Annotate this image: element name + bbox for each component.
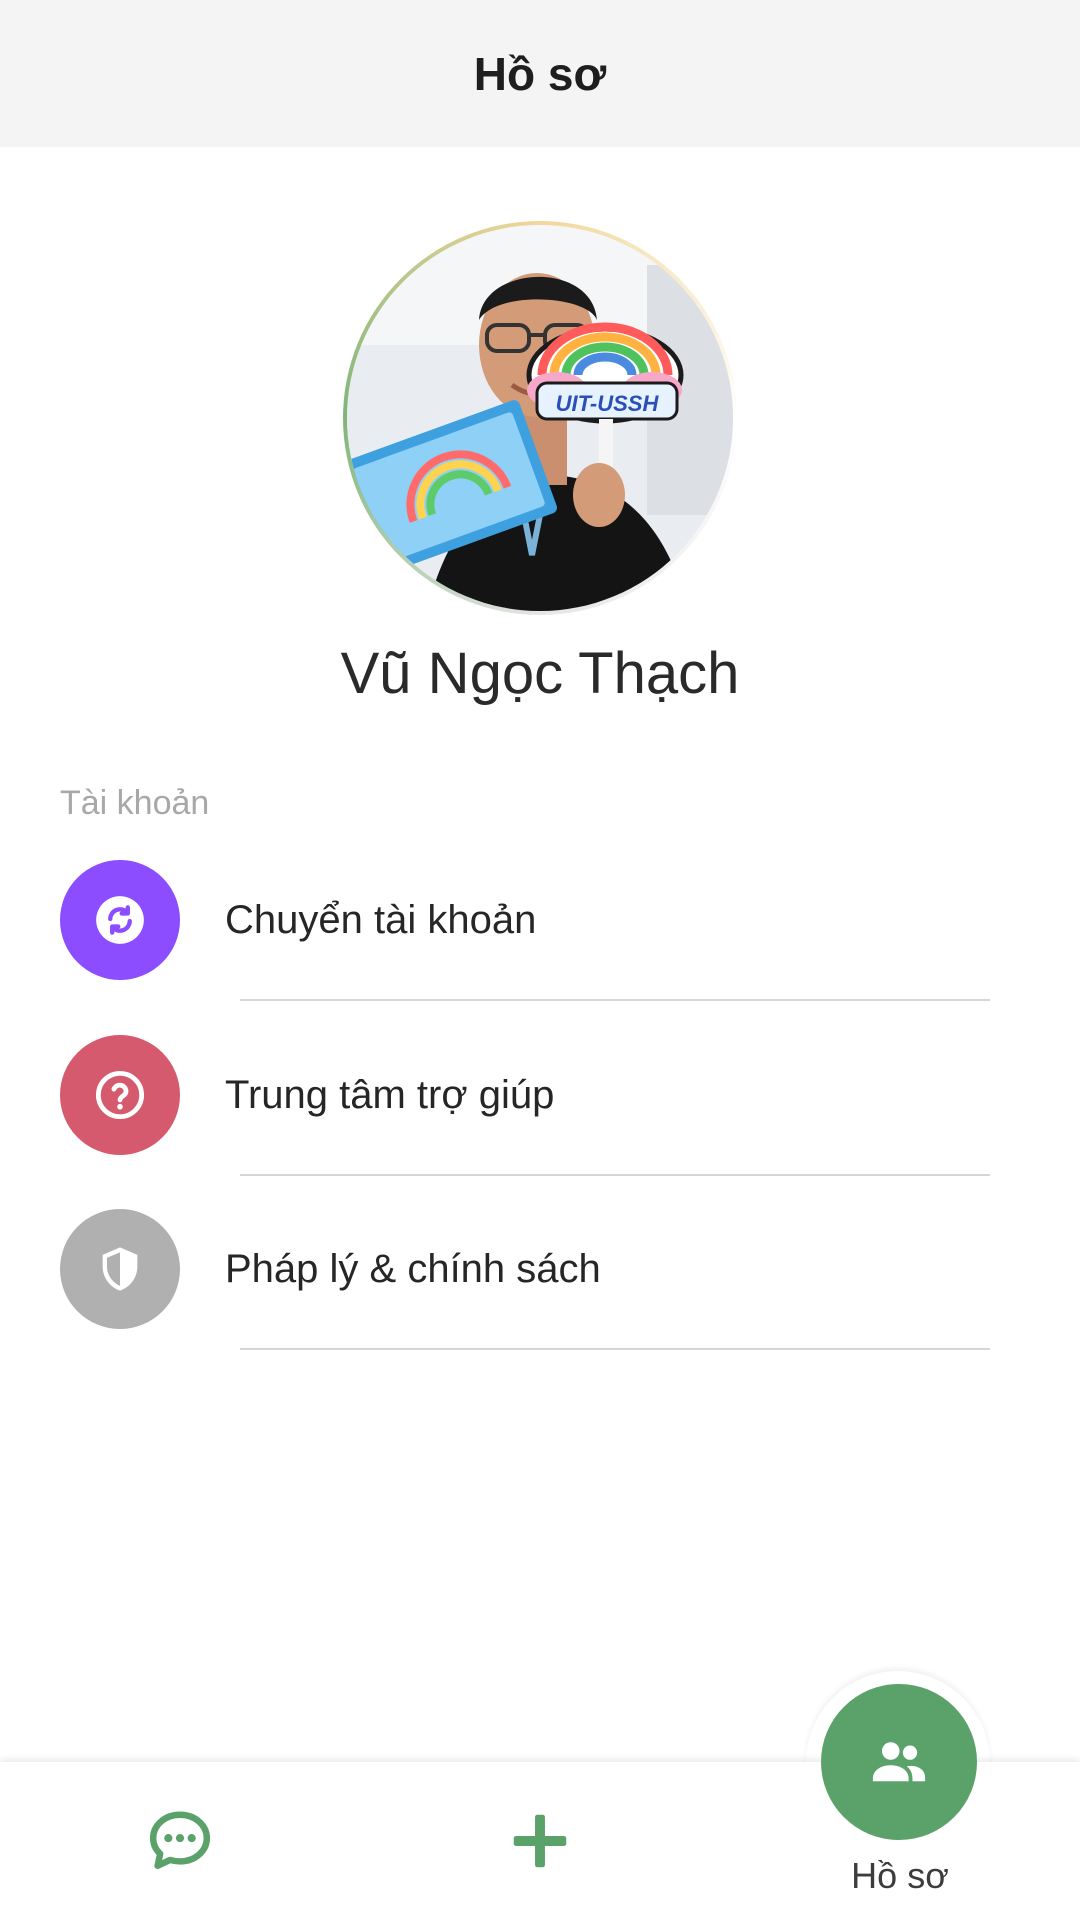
chat-bubble-icon — [149, 1811, 211, 1869]
profile-screen: Hồ sơ UIT-USSH Vũ Ngọc Thạch Tài khoản C… — [0, 0, 1080, 1920]
plus-icon — [513, 1814, 567, 1868]
menu-item-switch-account[interactable]: Chuyển tài khoản — [0, 860, 1080, 1035]
avatar-photo: UIT-USSH — [347, 225, 733, 611]
menu-item-help-center[interactable]: Trung tâm trợ giúp — [0, 1035, 1080, 1210]
people-icon — [872, 1742, 926, 1782]
divider — [240, 999, 990, 1001]
svg-text:UIT-USSH: UIT-USSH — [556, 391, 660, 416]
switch-account-icon — [60, 860, 180, 980]
section-label-account: Tài khoản — [60, 784, 210, 822]
avatar: UIT-USSH — [347, 225, 733, 611]
menu-item-label: Pháp lý & chính sách — [225, 1247, 601, 1291]
page-title: Hồ sơ — [473, 47, 607, 100]
divider — [240, 1174, 990, 1176]
nav-add-button[interactable] — [430, 1762, 650, 1920]
help-circle-icon — [60, 1035, 180, 1155]
nav-profile-label: Hồ sơ — [851, 1855, 949, 1896]
profile-name: Vũ Ngọc Thạch — [340, 641, 740, 706]
divider — [240, 1348, 990, 1350]
avatar-frame[interactable]: UIT-USSH — [343, 221, 737, 615]
nav-chat-button[interactable] — [70, 1762, 290, 1920]
menu-item-legal-policy[interactable]: Pháp lý & chính sách — [0, 1209, 1080, 1384]
menu-item-label: Chuyển tài khoản — [225, 898, 537, 942]
top-app-bar: Hồ sơ — [0, 0, 1080, 147]
shield-icon — [60, 1209, 180, 1329]
menu-item-label: Trung tâm trợ giúp — [225, 1073, 555, 1117]
nav-profile-button[interactable] — [821, 1684, 977, 1840]
